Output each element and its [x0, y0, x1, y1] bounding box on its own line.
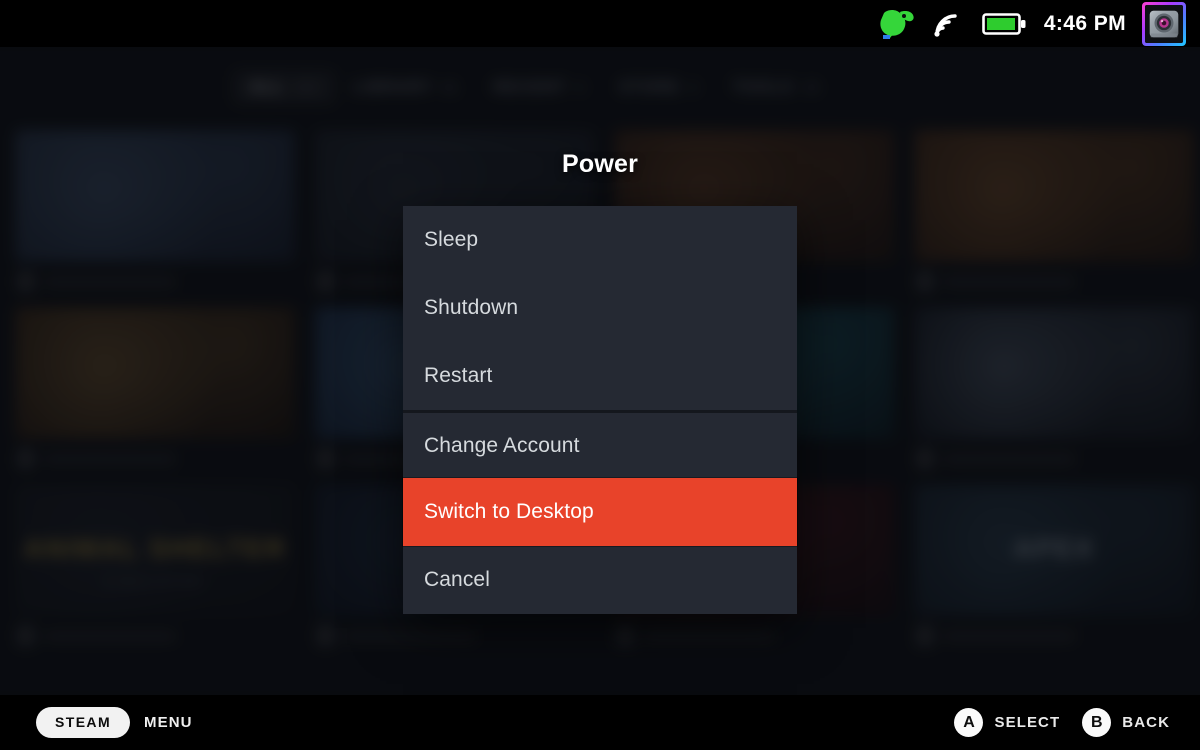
hint-label: SELECT: [994, 714, 1061, 731]
status-clock: 4:46 PM: [1043, 11, 1126, 35]
hint-select[interactable]: A SELECT: [954, 708, 1060, 737]
steam-menu-label: MENU: [144, 714, 193, 731]
menu-item-sleep[interactable]: Sleep: [403, 206, 797, 274]
menu-item-switch-to-desktop[interactable]: Switch to Desktop: [403, 478, 797, 546]
decky-plugin-icon[interactable]: [874, 7, 920, 41]
hint-label: BACK: [1122, 714, 1170, 731]
status-bar: 4:46 PM: [0, 0, 1200, 47]
menu-item-cancel[interactable]: Cancel: [403, 546, 797, 614]
hint-back[interactable]: B BACK: [1082, 708, 1170, 737]
menu-item-label: Shutdown: [424, 296, 519, 319]
avatar[interactable]: [1142, 1, 1186, 46]
footer-bar: STEAM MENU A SELECT B BACK: [0, 695, 1200, 750]
steam-deck-screen: ALL123LIBRARY61RECENT4STORE2TOOLS15 ANIM…: [0, 0, 1200, 750]
button-hints: A SELECT B BACK: [954, 708, 1200, 737]
steam-button[interactable]: STEAM: [36, 707, 130, 738]
menu-item-change-account[interactable]: Change Account: [403, 410, 797, 478]
button-glyph-a-icon: A: [954, 708, 984, 737]
menu-item-label: Switch to Desktop: [424, 500, 594, 523]
menu-item-label: Change Account: [424, 433, 580, 457]
wifi-signal-icon[interactable]: [926, 7, 968, 41]
menu-item-shutdown[interactable]: Shutdown: [403, 274, 797, 342]
menu-item-label: Sleep: [424, 228, 479, 251]
battery-full-icon[interactable]: [978, 7, 1032, 41]
menu-item-restart[interactable]: Restart: [403, 342, 797, 410]
power-menu-dialog: Sleep Shutdown Restart Change Account Switch…: [403, 206, 797, 614]
dialog-title: Power: [561, 150, 639, 178]
menu-item-label: Restart: [424, 364, 493, 387]
button-glyph-b-icon: B: [1082, 708, 1112, 737]
menu-item-label: Cancel: [424, 568, 490, 591]
